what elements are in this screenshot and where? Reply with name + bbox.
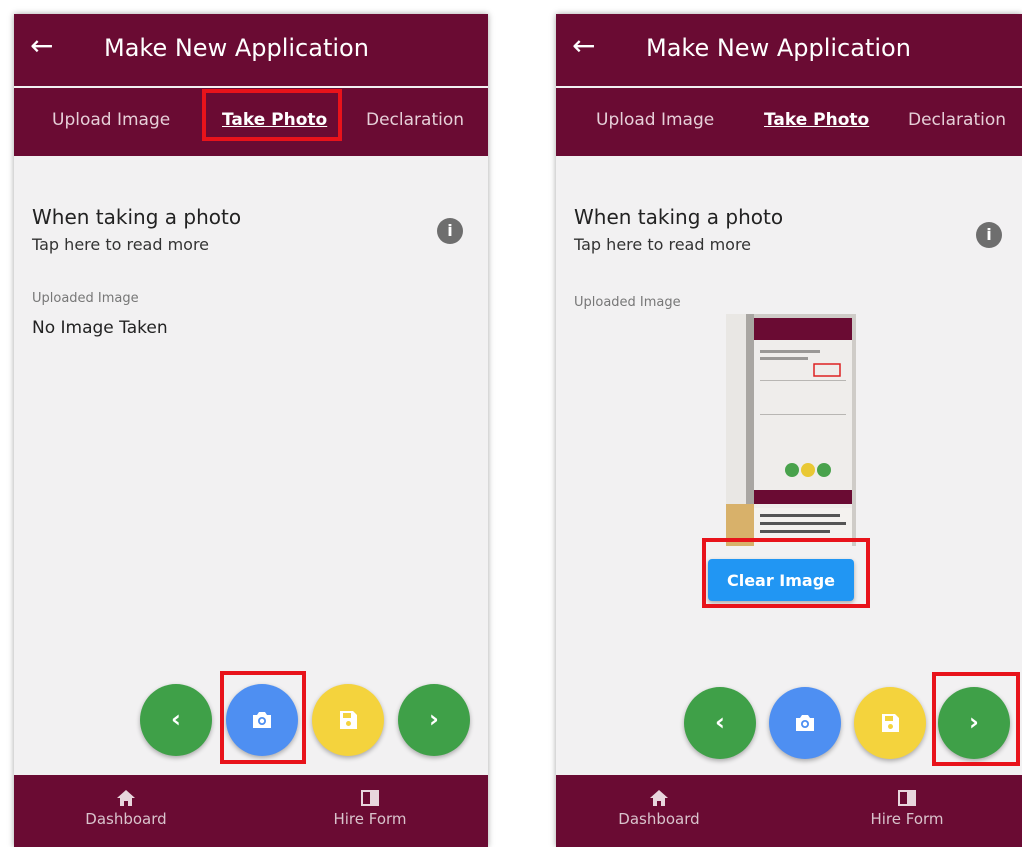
highlight-take-photo-tab	[202, 89, 342, 141]
tab-declaration[interactable]: Declaration	[366, 108, 464, 132]
nav-item-dashboard[interactable]: Dashboard	[584, 783, 734, 829]
tab-take-photo[interactable]: Take Photo	[764, 108, 869, 132]
photo-tips-title[interactable]: When taking a photo	[574, 204, 783, 230]
info-icon[interactable]: i	[437, 218, 463, 244]
chevron-left-icon: ‹	[715, 708, 725, 736]
nav-item-dashboard[interactable]: Dashboard	[51, 783, 201, 829]
nav-label-hire-form: Hire Form	[333, 810, 407, 828]
previous-button[interactable]: ‹	[140, 684, 212, 756]
camera-icon	[796, 715, 814, 731]
uploaded-image-label: Uploaded Image	[32, 291, 139, 306]
next-button[interactable]: ›	[398, 684, 470, 756]
uploaded-photo-image	[726, 314, 856, 546]
photo-tips-title[interactable]: When taking a photo	[32, 204, 241, 230]
tab-bar: Upload Image Take Photo Declaration	[556, 88, 1022, 156]
form-icon	[361, 790, 379, 806]
arrow-left-icon[interactable]: ←	[572, 28, 595, 64]
nav-label-dashboard: Dashboard	[85, 810, 167, 828]
nav-label-dashboard: Dashboard	[618, 810, 700, 828]
uploaded-image-value: No Image Taken	[32, 318, 168, 338]
phone-screen-after: ← Make New Application Upload Image Take…	[556, 14, 1022, 847]
take-photo-button[interactable]	[769, 687, 841, 759]
uploaded-image-label: Uploaded Image	[574, 295, 681, 310]
phone-screen-before: ← Make New Application Upload Image Take…	[14, 14, 488, 847]
home-icon	[650, 790, 668, 806]
chevron-right-icon: ›	[429, 705, 439, 733]
nav-item-hire-form[interactable]: Hire Form	[295, 783, 445, 829]
bottom-nav: Dashboard Hire Form	[14, 775, 488, 847]
nav-item-hire-form[interactable]: Hire Form	[832, 783, 982, 829]
app-bar: ← Make New Application	[14, 14, 488, 86]
highlight-clear-image-button	[702, 538, 870, 608]
tab-declaration[interactable]: Declaration	[908, 108, 1006, 132]
save-icon	[340, 711, 357, 729]
read-more-link[interactable]: Tap here to read more	[574, 234, 751, 256]
home-icon	[117, 790, 135, 806]
bottom-nav: Dashboard Hire Form	[556, 775, 1022, 847]
info-icon[interactable]: i	[976, 222, 1002, 248]
previous-button[interactable]: ‹	[684, 687, 756, 759]
tab-upload-image[interactable]: Upload Image	[596, 108, 714, 132]
page-title: Make New Application	[646, 34, 911, 62]
highlight-next-button	[932, 672, 1020, 766]
form-icon	[898, 790, 916, 806]
page-title: Make New Application	[104, 34, 369, 62]
highlight-camera-button	[220, 671, 306, 764]
read-more-link[interactable]: Tap here to read more	[32, 234, 209, 256]
save-icon	[882, 714, 899, 732]
save-button[interactable]	[312, 684, 384, 756]
uploaded-photo-preview	[726, 314, 856, 546]
save-button[interactable]	[854, 687, 926, 759]
arrow-left-icon[interactable]: ←	[30, 28, 53, 64]
nav-label-hire-form: Hire Form	[870, 810, 944, 828]
tab-upload-image[interactable]: Upload Image	[52, 108, 170, 132]
app-bar: ← Make New Application	[556, 14, 1022, 86]
chevron-left-icon: ‹	[171, 705, 181, 733]
